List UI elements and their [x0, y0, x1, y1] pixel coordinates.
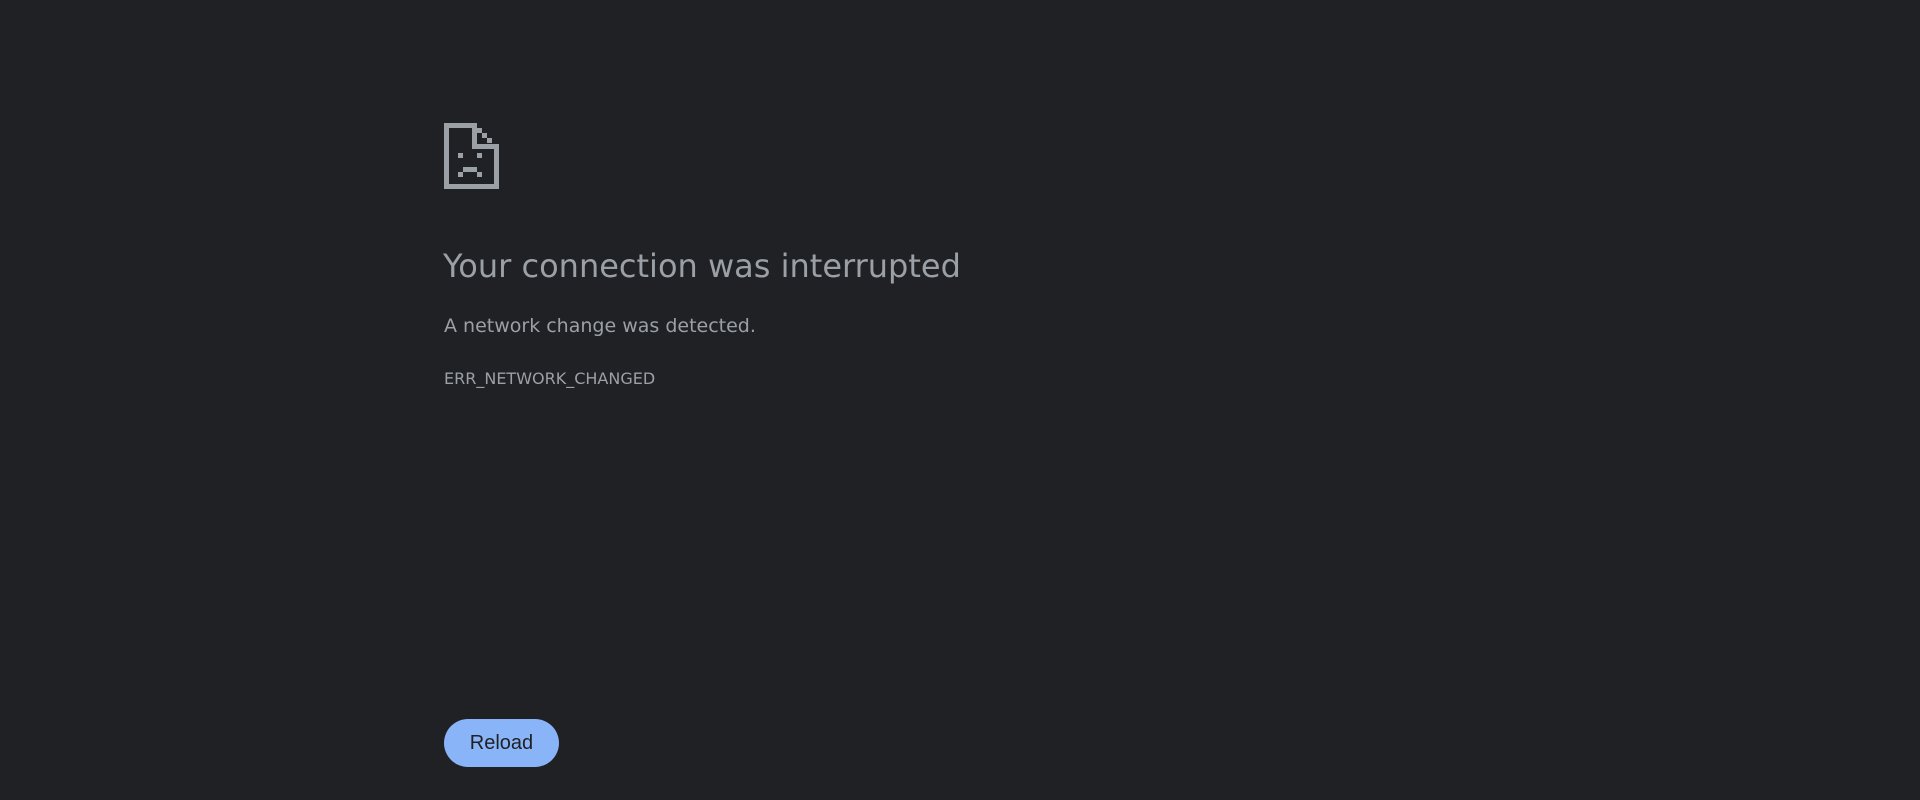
- error-summary: A network change was detected.: [444, 315, 756, 337]
- error-code: ERR_NETWORK_CHANGED: [444, 369, 656, 388]
- sad-file-icon: [444, 123, 499, 189]
- reload-button[interactable]: Reload: [444, 719, 559, 767]
- network-error-page: Your connection was interrupted A networ…: [0, 0, 1920, 800]
- error-title: Your connection was interrupted: [443, 247, 961, 285]
